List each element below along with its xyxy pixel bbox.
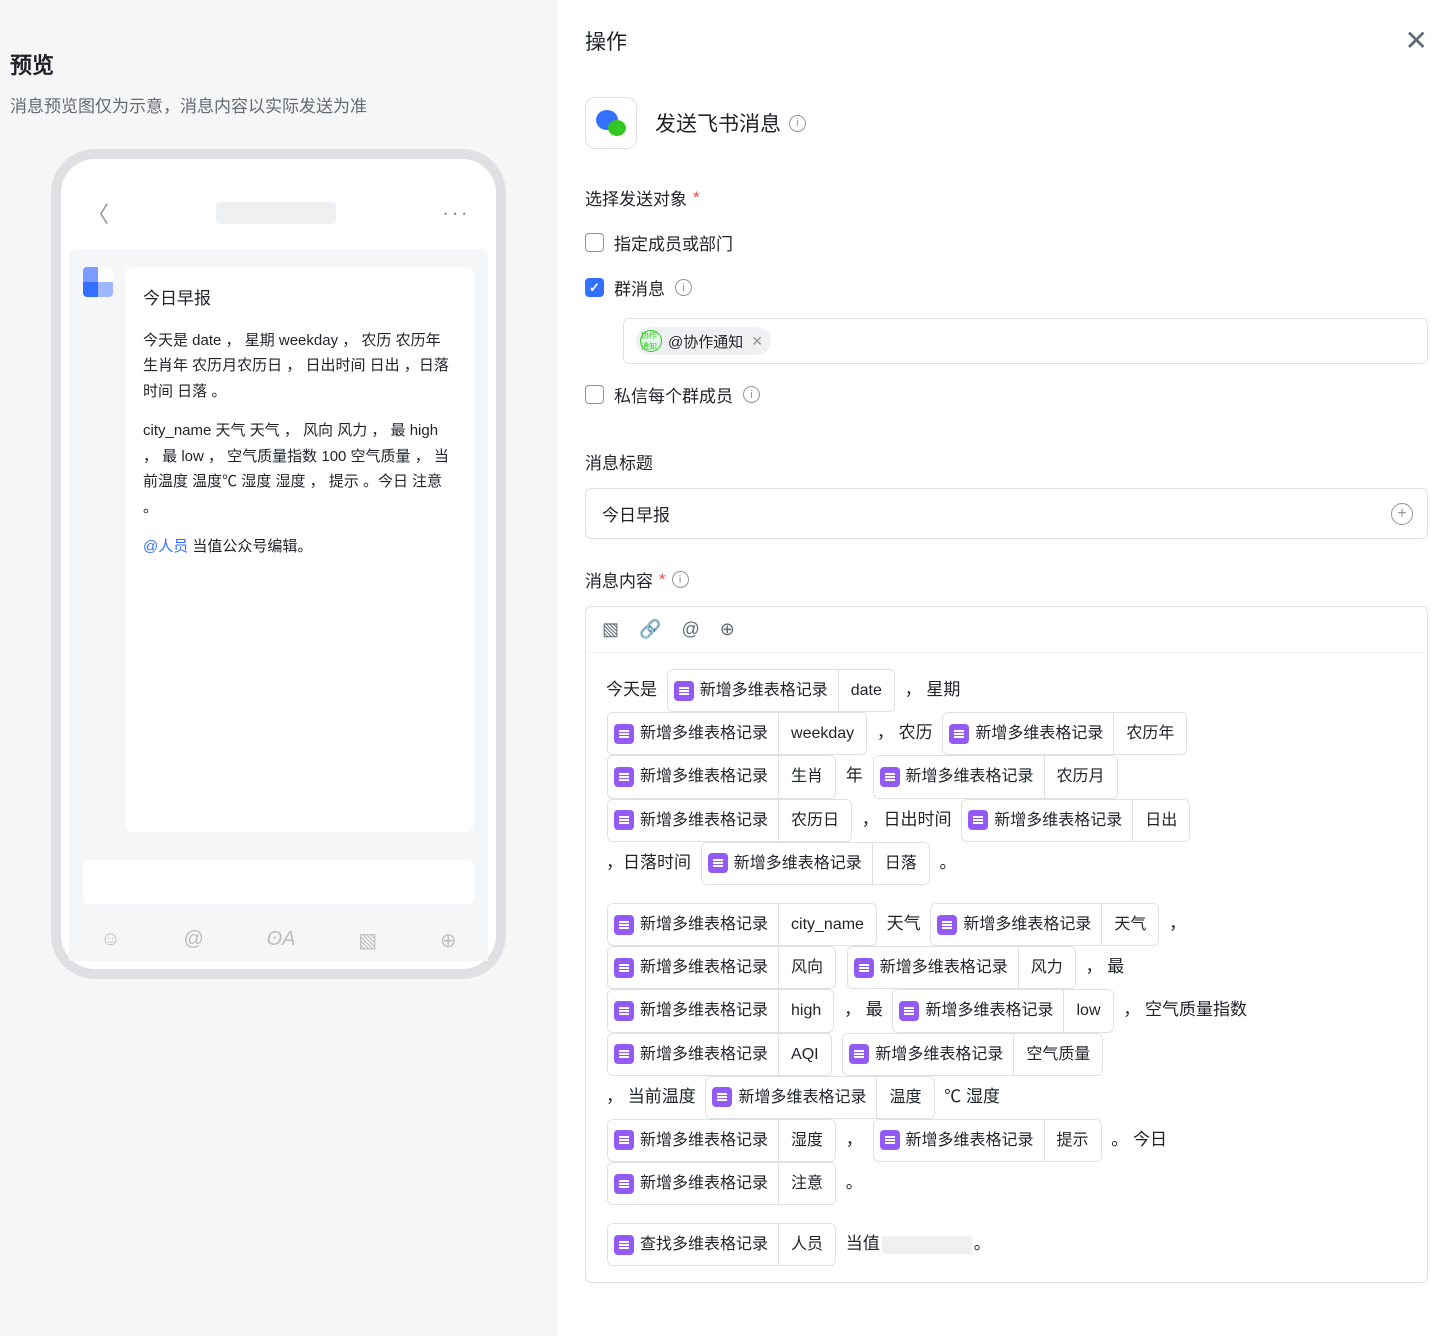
- token-lunar-year[interactable]: 新增多维表格记录农历年: [942, 712, 1187, 755]
- more-icon[interactable]: ···: [442, 200, 470, 226]
- token-low[interactable]: 新增多维表格记录low: [892, 989, 1113, 1032]
- token-weekday[interactable]: 新增多维表格记录weekday: [607, 712, 867, 755]
- card-paragraph-1: 今天是 date ， 星期 weekday ， 农历 农历年 生肖年 农历月农历…: [143, 328, 456, 405]
- app-icon: [83, 267, 113, 297]
- group-chip[interactable]: 协作通知 @协作通知 ✕: [636, 327, 771, 355]
- at-icon[interactable]: @: [681, 619, 699, 640]
- token-date[interactable]: 新增多维表格记录date: [667, 669, 895, 712]
- add-icon[interactable]: ⊕: [440, 928, 457, 953]
- checkbox-members[interactable]: [585, 233, 604, 252]
- redacted-text: [882, 1236, 972, 1254]
- image-icon[interactable]: ▧: [602, 619, 619, 640]
- token-temp[interactable]: 新增多维表格记录温度: [705, 1076, 934, 1119]
- phone-input[interactable]: [83, 860, 474, 904]
- format-icon[interactable]: ʘA: [267, 928, 296, 953]
- content-label: 消息内容*i: [585, 567, 1428, 592]
- action-icon: [585, 97, 637, 149]
- token-aqi[interactable]: 新增多维表格记录AQI: [607, 1033, 832, 1076]
- group-chip-input[interactable]: 协作通知 @协作通知 ✕: [623, 318, 1428, 364]
- option-group[interactable]: 群消息i: [585, 269, 1428, 314]
- content-body[interactable]: 今天是 新增多维表格记录date ， 星期 新增多维表格记录weekday ， …: [586, 653, 1427, 1282]
- plus-icon[interactable]: +: [1391, 503, 1413, 525]
- phone-toolbar: ☺ @ ʘA ▧ ⊕: [69, 914, 488, 961]
- title-input[interactable]: 今日早报 +: [585, 488, 1428, 539]
- token-high[interactable]: 新增多维表格记录high: [607, 989, 834, 1032]
- preview-title: 预览: [10, 48, 547, 92]
- action-title: 发送飞书消息i: [655, 108, 806, 138]
- token-tip[interactable]: 新增多维表格记录提示: [873, 1119, 1102, 1162]
- token-wind-force[interactable]: 新增多维表格记录风力: [847, 946, 1076, 989]
- info-icon[interactable]: i: [743, 386, 760, 403]
- target-label: 选择发送对象*: [585, 185, 1428, 210]
- back-icon[interactable]: 〈: [87, 197, 109, 229]
- group-avatar: 协作通知: [640, 330, 662, 352]
- content-toolbar: ▧ 🔗 @ ⊕: [586, 607, 1427, 653]
- phone-frame: 〈 ··· 今日早报 今天是 date ， 星期 weekday ， 农历 农历…: [51, 149, 506, 979]
- token-notice[interactable]: 新增多维表格记录注意: [607, 1162, 836, 1205]
- token-wind-dir[interactable]: 新增多维表格记录风向: [607, 946, 836, 989]
- option-members[interactable]: 指定成员或部门: [585, 224, 1428, 269]
- preview-panel: 预览 消息预览图仅为示意，消息内容以实际发送为准 〈 ··· 今日早报 今天是 …: [0, 0, 557, 1336]
- token-sunset[interactable]: 新增多维表格记录日落: [701, 842, 930, 885]
- info-icon[interactable]: i: [672, 571, 689, 588]
- title-placeholder: [216, 202, 336, 224]
- at-icon[interactable]: @: [184, 928, 204, 953]
- title-label: 消息标题: [585, 449, 1428, 474]
- token-air[interactable]: 新增多维表格记录空气质量: [842, 1033, 1103, 1076]
- token-person[interactable]: 查找多维表格记录人员: [607, 1223, 836, 1266]
- token-weather[interactable]: 新增多维表格记录天气: [930, 903, 1159, 946]
- info-icon[interactable]: i: [789, 115, 806, 132]
- token-zodiac[interactable]: 新增多维表格记录生肖: [607, 755, 836, 798]
- mention[interactable]: @人员: [143, 538, 188, 555]
- token-lunar-month[interactable]: 新增多维表格记录农历月: [873, 755, 1118, 798]
- checkbox-group[interactable]: [585, 278, 604, 297]
- panel-title: 操作: [585, 26, 627, 56]
- card-title: 今日早报: [143, 285, 456, 314]
- token-sunrise[interactable]: 新增多维表格记录日出: [961, 799, 1190, 842]
- message-card: 今日早报 今天是 date ， 星期 weekday ， 农历 农历年 生肖年 …: [125, 267, 474, 832]
- card-paragraph-3: @人员 当值公众号编辑。: [143, 534, 456, 560]
- preview-subtitle: 消息预览图仅为示意，消息内容以实际发送为准: [10, 92, 547, 117]
- info-icon[interactable]: i: [675, 279, 692, 296]
- emoji-icon[interactable]: ☺: [100, 928, 120, 953]
- option-dm[interactable]: 私信每个群成员i: [585, 376, 1428, 421]
- card-paragraph-2: city_name 天气 天气 ， 风向 风力 ， 最 high ， 最 low…: [143, 418, 456, 520]
- content-box: ▧ 🔗 @ ⊕ 今天是 新增多维表格记录date ， 星期 新增多维表格记录we…: [585, 606, 1428, 1283]
- chip-remove-icon[interactable]: ✕: [751, 333, 763, 350]
- token-humidity[interactable]: 新增多维表格记录湿度: [607, 1119, 836, 1162]
- config-panel: 操作 ✕ 发送飞书消息i 选择发送对象* 指定成员或部门 群消息i 协作通知 @…: [557, 0, 1456, 1336]
- token-lunar-day[interactable]: 新增多维表格记录农历日: [607, 799, 852, 842]
- checkbox-dm[interactable]: [585, 385, 604, 404]
- token-city[interactable]: 新增多维表格记录city_name: [607, 903, 877, 946]
- image-icon[interactable]: ▧: [358, 928, 377, 953]
- link-icon[interactable]: 🔗: [639, 619, 661, 640]
- plus-icon[interactable]: ⊕: [720, 619, 735, 640]
- close-icon[interactable]: ✕: [1405, 24, 1428, 57]
